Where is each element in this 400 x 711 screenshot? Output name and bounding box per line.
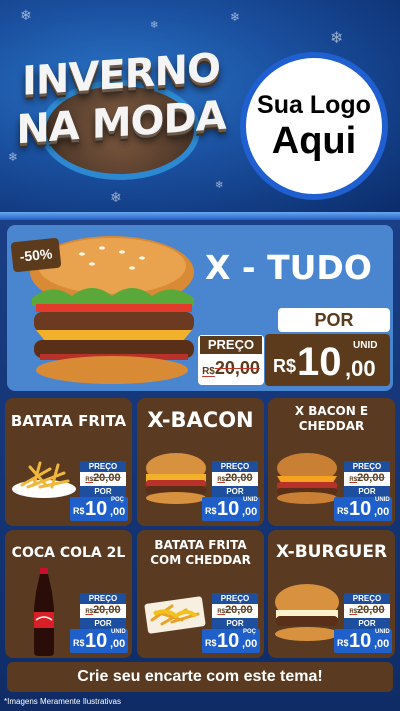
x-burguer-image xyxy=(275,584,339,641)
mini-price-decimal: ,00 xyxy=(374,638,390,650)
mini-old-currency: R$ xyxy=(217,609,226,615)
old-price: R$20,00 xyxy=(200,358,262,379)
mini-price-unit: POÇ xyxy=(243,629,257,635)
price-decimal: ,00 xyxy=(345,356,376,381)
mini-price-integer: 10 xyxy=(85,498,108,520)
mini-old-price: R$20,00 xyxy=(80,604,126,616)
mini-new-price: R$ 10 ,00 UNID xyxy=(202,497,260,521)
mini-new-price: R$ 10 ,00 POÇ xyxy=(70,497,128,521)
cta-banner[interactable]: Crie seu encarte com este tema! xyxy=(7,662,393,692)
price-integer: 10 xyxy=(297,340,342,384)
mini-por-label: POR xyxy=(212,486,258,497)
mini-old-value: 20,00 xyxy=(357,604,385,616)
mini-price-unit: UNID xyxy=(375,497,390,503)
old-price-value: 20,00 xyxy=(214,358,260,378)
mini-preco-label: PREÇO xyxy=(212,593,258,604)
price-currency: R$ xyxy=(273,356,297,376)
x-bacon-burger-image xyxy=(146,453,206,504)
price-unit: UNID xyxy=(353,340,378,351)
mini-old-price: R$20,00 xyxy=(212,604,258,616)
logo-text-line-1: Sua Logo xyxy=(257,91,371,119)
mini-old-currency: R$ xyxy=(85,477,94,483)
mini-por-label: POR xyxy=(344,486,390,497)
mini-price-currency: R$ xyxy=(73,638,85,648)
mini-price-currency: R$ xyxy=(205,638,217,648)
snowflake-icon: ❄ xyxy=(110,190,122,206)
snowflake-icon: ❄ xyxy=(150,20,159,31)
mini-price-currency: R$ xyxy=(205,506,217,516)
mini-price-currency: R$ xyxy=(337,506,349,516)
mini-price-decimal: ,00 xyxy=(242,638,258,650)
product-name: X-BURGUER xyxy=(275,542,388,562)
mini-preco-label: PREÇO xyxy=(344,461,390,472)
mini-price-currency: R$ xyxy=(73,506,85,516)
discount-badge: -50% xyxy=(10,237,62,273)
mini-price-currency: R$ xyxy=(337,638,349,648)
mini-old-value: 20,00 xyxy=(225,604,253,616)
mini-preco-label: PREÇO xyxy=(80,593,126,604)
mini-price-integer: 10 xyxy=(349,498,372,520)
mini-old-currency: R$ xyxy=(349,609,358,615)
snowflake-icon: ❄ xyxy=(330,28,344,47)
mini-new-price: R$ 10 ,00 UNID xyxy=(70,629,128,653)
mini-old-price: R$20,00 xyxy=(80,472,126,484)
mini-por-label: POR xyxy=(80,486,126,497)
product-name: BATATA FRITA COM CHEDDAR xyxy=(150,538,251,567)
mini-old-price: R$20,00 xyxy=(344,604,390,616)
mini-old-price: R$20,00 xyxy=(344,472,390,484)
mini-price-unit: UNID xyxy=(375,629,390,635)
por-label: POR xyxy=(278,308,390,332)
mini-new-price: R$ 10 ,00 UNID xyxy=(334,629,392,653)
mini-price-integer: 10 xyxy=(85,630,108,652)
new-price-tag: R$ 10 ,00 UNID xyxy=(265,334,390,386)
mini-preco-label: PREÇO xyxy=(344,593,390,604)
mini-price-decimal: ,00 xyxy=(374,506,390,518)
mini-old-price: R$20,00 xyxy=(212,472,258,484)
mini-price-decimal: ,00 xyxy=(110,638,126,650)
mini-price-unit: POÇ xyxy=(111,497,125,503)
cheddar-fries-image xyxy=(144,596,206,634)
mini-old-currency: R$ xyxy=(217,477,226,483)
mini-old-value: 20,00 xyxy=(93,472,121,484)
mini-price-integer: 10 xyxy=(217,630,240,652)
mini-price-decimal: ,00 xyxy=(242,506,258,518)
old-price-currency: R$ xyxy=(202,366,215,377)
mini-preco-label: PREÇO xyxy=(212,461,258,472)
header-banner: ❄ ❄ ❄ ❄ ❄ ❄ ❄ INVERNO NA MODA Sua Logo A… xyxy=(0,0,400,215)
mini-old-currency: R$ xyxy=(349,477,358,483)
featured-product-name: X - TUDO xyxy=(205,248,372,287)
fries-image xyxy=(12,461,76,498)
logo-text-line-2: Aqui xyxy=(271,120,357,162)
snowflake-icon: ❄ xyxy=(20,8,32,24)
mini-price-integer: 10 xyxy=(217,498,240,520)
mini-new-price: R$ 10 ,00 POÇ xyxy=(202,629,260,653)
product-name: BATATA FRITA xyxy=(10,412,127,430)
mini-preco-label: PREÇO xyxy=(80,461,126,472)
mini-old-currency: R$ xyxy=(85,609,94,615)
mini-price-unit: UNID xyxy=(111,629,126,635)
mini-new-price: R$ 10 ,00 UNID xyxy=(334,497,392,521)
snowflake-icon: ❄ xyxy=(230,10,241,24)
mini-old-value: 20,00 xyxy=(93,604,121,616)
mini-price-integer: 10 xyxy=(349,630,372,652)
mini-old-value: 20,00 xyxy=(225,472,253,484)
product-name: COCA COLA 2L xyxy=(11,545,126,561)
header-divider xyxy=(0,212,400,220)
coca-cola-bottle-image xyxy=(34,568,54,656)
product-name: X-BACON xyxy=(147,408,254,432)
mini-old-value: 20,00 xyxy=(357,472,385,484)
preco-label: PREÇO xyxy=(200,336,262,354)
mini-por-label: POR xyxy=(212,618,258,629)
product-name: X BACON E CHEDDAR xyxy=(294,404,369,433)
mini-por-label: POR xyxy=(344,618,390,629)
mini-por-label: POR xyxy=(80,618,126,629)
campaign-title: INVERNO NA MODA xyxy=(12,45,230,192)
logo-placeholder: Sua Logo Aqui xyxy=(240,52,388,200)
mini-price-decimal: ,00 xyxy=(110,506,126,518)
disclaimer-footnote: *Imagens Meramente Ilustrativas xyxy=(4,697,121,706)
x-bacon-cheddar-burger-image xyxy=(277,453,337,504)
mini-price-unit: UNID xyxy=(243,497,258,503)
